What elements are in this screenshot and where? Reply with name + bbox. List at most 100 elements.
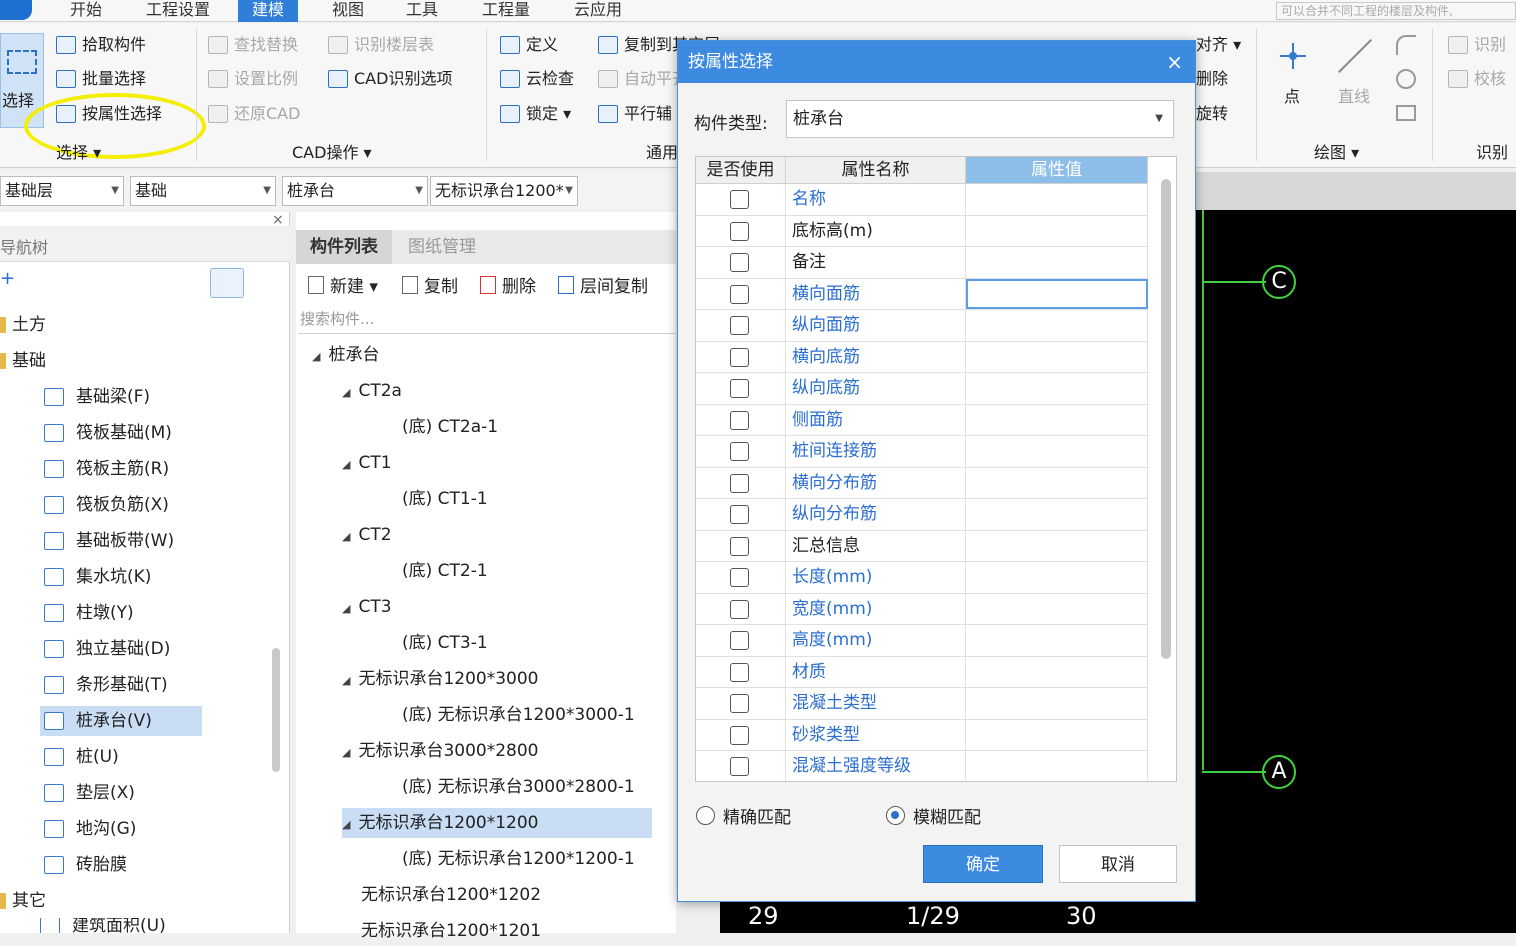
use-checkbox[interactable] xyxy=(730,190,749,209)
rotate-button[interactable]: 旋转 xyxy=(1196,100,1228,128)
attribute-value-cell[interactable] xyxy=(966,467,1148,498)
menu-view[interactable]: 视图 xyxy=(318,0,378,22)
nav-folder-foundation[interactable]: 基础 xyxy=(0,346,46,376)
point-draw-icon[interactable] xyxy=(1280,43,1306,69)
tree-row[interactable]: (底) 无标识承台3000*2800-1 xyxy=(402,772,635,802)
tree-row[interactable]: ◢ CT3 xyxy=(342,592,392,622)
expand-triangle-icon[interactable]: ◢ xyxy=(342,810,350,840)
pick-component-button[interactable]: 拾取构件 xyxy=(56,31,146,59)
component-search-input[interactable]: 搜索构件... xyxy=(298,306,676,334)
tree-row[interactable]: ◢ 桩承台 xyxy=(312,340,379,370)
attribute-value-cell[interactable] xyxy=(966,341,1148,372)
line-draw-icon[interactable] xyxy=(1336,35,1376,75)
nav-item[interactable]: 桩承台(V) xyxy=(40,706,202,736)
expand-triangle-icon[interactable]: ◢ xyxy=(342,738,350,768)
attribute-value-cell[interactable] xyxy=(966,562,1148,593)
nav-item[interactable]: 砖胎膜 xyxy=(40,850,127,880)
use-checkbox[interactable] xyxy=(730,379,749,398)
nav-item[interactable]: 桩(U) xyxy=(40,742,119,772)
tree-row[interactable]: ◢ 无标识承台1200*3000 xyxy=(342,664,539,694)
attribute-value-cell[interactable] xyxy=(966,278,1148,309)
cad-options-button[interactable]: CAD识别选项 xyxy=(328,65,452,93)
attribute-value-cell[interactable] xyxy=(966,530,1148,561)
arc-icon[interactable] xyxy=(1396,35,1416,55)
use-checkbox[interactable] xyxy=(730,536,749,556)
expand-triangle-icon[interactable]: ◢ xyxy=(342,522,350,552)
attribute-value-cell[interactable] xyxy=(966,373,1148,404)
tab-component-list[interactable]: 构件列表 xyxy=(296,230,392,264)
menu-start[interactable]: 开始 xyxy=(56,0,116,22)
copy-component-button[interactable]: 复制 xyxy=(402,272,458,297)
grid-scrollbar[interactable] xyxy=(1161,179,1171,659)
nav-item[interactable]: 筏板负筋(X) xyxy=(40,490,169,520)
expand-triangle-icon[interactable]: ◢ xyxy=(312,342,320,372)
use-checkbox[interactable] xyxy=(730,442,749,461)
attribute-value-cell[interactable] xyxy=(966,436,1148,467)
floor-select[interactable]: 基础层 ▼ xyxy=(0,176,124,206)
use-checkbox[interactable] xyxy=(730,757,749,776)
menu-quantity[interactable]: 工程量 xyxy=(468,0,544,22)
point-button[interactable]: 点 xyxy=(1284,83,1300,111)
use-checkbox[interactable] xyxy=(730,347,749,367)
attribute-value-cell[interactable] xyxy=(966,719,1148,750)
menu-tools[interactable]: 工具 xyxy=(392,0,452,22)
attribute-value-cell[interactable] xyxy=(966,499,1148,530)
attribute-value-cell[interactable] xyxy=(966,184,1148,215)
tree-row[interactable]: (底) CT3-1 xyxy=(402,628,488,658)
close-icon[interactable]: × xyxy=(1166,41,1183,83)
type-select[interactable]: 桩承台 ▼ xyxy=(282,176,428,206)
attribute-value-cell[interactable] xyxy=(966,688,1148,719)
attribute-value-cell[interactable] xyxy=(966,404,1148,435)
select-group-label[interactable]: 选择 ▾ xyxy=(56,139,101,163)
auto-level-button[interactable]: 自动平齐 xyxy=(598,65,688,93)
tree-row[interactable]: ◢ CT2a xyxy=(342,376,402,406)
use-checkbox[interactable] xyxy=(730,473,749,493)
component-type-select[interactable]: 桩承台 ▼ xyxy=(786,100,1174,138)
tab-drawing-manage[interactable]: 图纸管理 xyxy=(394,230,490,264)
nav-item[interactable]: 垫层(X) xyxy=(40,778,135,808)
set-scale-button[interactable]: 设置比例 xyxy=(208,65,298,93)
attribute-value-cell[interactable] xyxy=(966,310,1148,341)
menu-project-settings[interactable]: 工程设置 xyxy=(132,0,224,22)
nav-item[interactable]: 基础板带(W) xyxy=(40,526,174,556)
nav-item[interactable]: 地沟(G) xyxy=(40,814,136,844)
menu-modeling[interactable]: 建模 xyxy=(238,0,299,22)
nav-item-building-area[interactable]: 建筑面积(U) xyxy=(40,918,166,933)
recognize-button[interactable]: 识别 xyxy=(1448,31,1506,59)
tree-row[interactable]: (底) CT2-1 xyxy=(402,556,488,586)
cad-group-label[interactable]: CAD操作 ▾ xyxy=(292,139,372,163)
tree-row[interactable]: ◢ 无标识承台1200*1200 xyxy=(342,808,652,838)
use-checkbox[interactable] xyxy=(730,410,749,430)
attribute-value-cell[interactable] xyxy=(966,593,1148,624)
attribute-value-cell[interactable] xyxy=(966,751,1148,781)
align-button[interactable]: 对齐 ▾ xyxy=(1196,31,1241,59)
nav-scrollbar[interactable] xyxy=(272,648,280,772)
attribute-value-cell[interactable] xyxy=(966,656,1148,687)
exact-match-radio[interactable]: 精确匹配 xyxy=(696,803,791,828)
tree-row[interactable]: ◢ CT2 xyxy=(342,520,392,550)
list-view-icon[interactable] xyxy=(210,268,244,298)
expand-triangle-icon[interactable]: ◢ xyxy=(342,666,350,696)
tree-row[interactable]: (底) 无标识承台1200*1200-1 xyxy=(402,844,635,874)
use-checkbox[interactable] xyxy=(730,284,749,304)
use-checkbox[interactable] xyxy=(730,568,749,587)
cloud-check-button[interactable]: 云检查 xyxy=(500,65,574,93)
tree-row[interactable]: 无标识承台1200*1201 xyxy=(342,916,541,946)
column-header-use[interactable]: 是否使用 xyxy=(696,157,786,184)
expand-triangle-icon[interactable]: ◢ xyxy=(342,450,350,480)
circle-icon[interactable] xyxy=(1396,69,1416,89)
batch-select-button[interactable]: 批量选择 xyxy=(56,65,146,93)
nav-folder-earthwork[interactable]: 土方 xyxy=(0,310,46,340)
check-button[interactable]: 校核 xyxy=(1448,65,1506,93)
menu-cloud[interactable]: 云应用 xyxy=(560,0,636,22)
nav-folder-other[interactable]: 其它 xyxy=(0,886,46,916)
add-icon[interactable]: + xyxy=(0,268,15,289)
attribute-value-cell[interactable] xyxy=(966,215,1148,246)
recognize-floor-table-button[interactable]: 识别楼层表 xyxy=(328,31,434,59)
expand-triangle-icon[interactable]: ◢ xyxy=(342,594,350,624)
define-button[interactable]: 定义 xyxy=(500,31,558,59)
nav-item[interactable]: 条形基础(T) xyxy=(40,670,168,700)
find-replace-button[interactable]: 查找替换 xyxy=(208,31,298,59)
line-button[interactable]: 直线 xyxy=(1338,83,1370,111)
ok-button[interactable]: 确定 xyxy=(923,845,1043,883)
